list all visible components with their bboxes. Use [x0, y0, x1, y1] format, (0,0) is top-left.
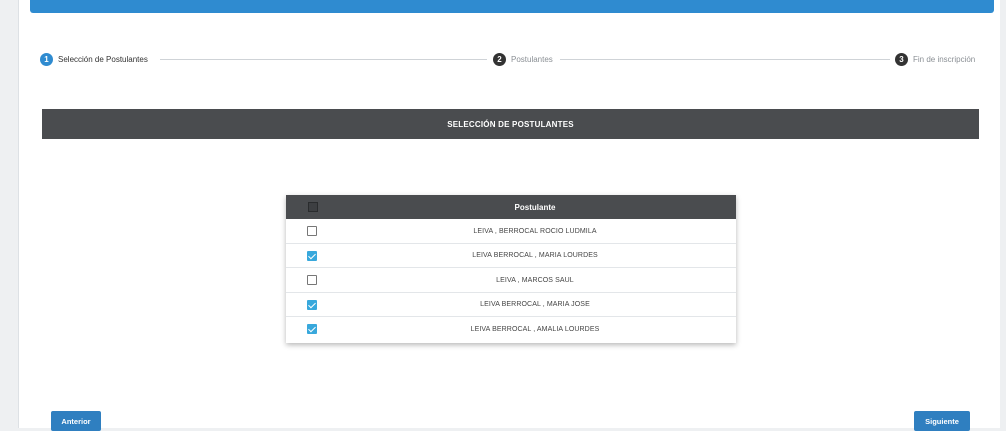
row-checkbox[interactable]: [307, 250, 317, 261]
row-checkbox[interactable]: [307, 275, 317, 285]
table-row: LEIVA BERROCAL , MARIA LOURDES: [286, 244, 736, 268]
postulantes-table: Postulante LEIVA , BERROCAL ROCIO LUDMIL…: [286, 195, 736, 343]
table-row: LEIVA , BERROCAL ROCIO LUDMILA: [286, 219, 736, 244]
top-accent-bar: [30, 0, 994, 13]
postulante-name: LEIVA , MARCOS SAUL: [496, 276, 574, 284]
step-connector-1: [160, 59, 487, 60]
postulante-name: LEIVA BERROCAL , AMALIA LOURDES: [470, 325, 600, 333]
step-seleccion[interactable]: 1 Selección de Postulantes: [40, 52, 148, 66]
step-label-1: Selección de Postulantes: [58, 54, 148, 64]
row-checkbox[interactable]: [307, 324, 317, 334]
step-postulantes[interactable]: 2 Postulantes: [493, 52, 553, 66]
previous-button[interactable]: Anterior: [51, 411, 101, 431]
step-fin-inscripcion[interactable]: 3 Fin de inscripción: [895, 52, 975, 66]
postulante-name: LEIVA , BERROCAL ROCIO LUDMILA: [473, 227, 597, 235]
postulante-name: LEIVA BERROCAL , MARIA JOSE: [480, 301, 590, 308]
postulante-name: LEIVA BERROCAL , MARIA LOURDES: [472, 252, 598, 259]
table-row: LEIVA BERROCAL , MARIA JOSE: [286, 293, 736, 317]
step-number-3: 3: [895, 52, 908, 66]
section-title: SELECCIÓN DE POSTULANTES: [42, 109, 979, 139]
step-number-1: 1: [40, 52, 53, 66]
table-row: LEIVA BERROCAL , AMALIA LOURDES: [286, 317, 736, 342]
row-checkbox[interactable]: [307, 299, 317, 310]
step-number-2: 2: [493, 52, 506, 66]
next-button[interactable]: Siguiente: [914, 411, 970, 431]
column-header-postulante: Postulante: [514, 202, 556, 212]
table-header: Postulante: [286, 195, 736, 219]
stepper: 1 Selección de Postulantes 2 Postulantes…: [40, 50, 982, 68]
table-row: LEIVA , MARCOS SAUL: [286, 268, 736, 293]
row-checkbox[interactable]: [307, 226, 317, 236]
step-connector-2: [560, 59, 890, 60]
select-all-checkbox[interactable]: [308, 202, 318, 212]
step-label-2: Postulantes: [511, 54, 553, 64]
step-label-3: Fin de inscripción: [913, 54, 976, 64]
